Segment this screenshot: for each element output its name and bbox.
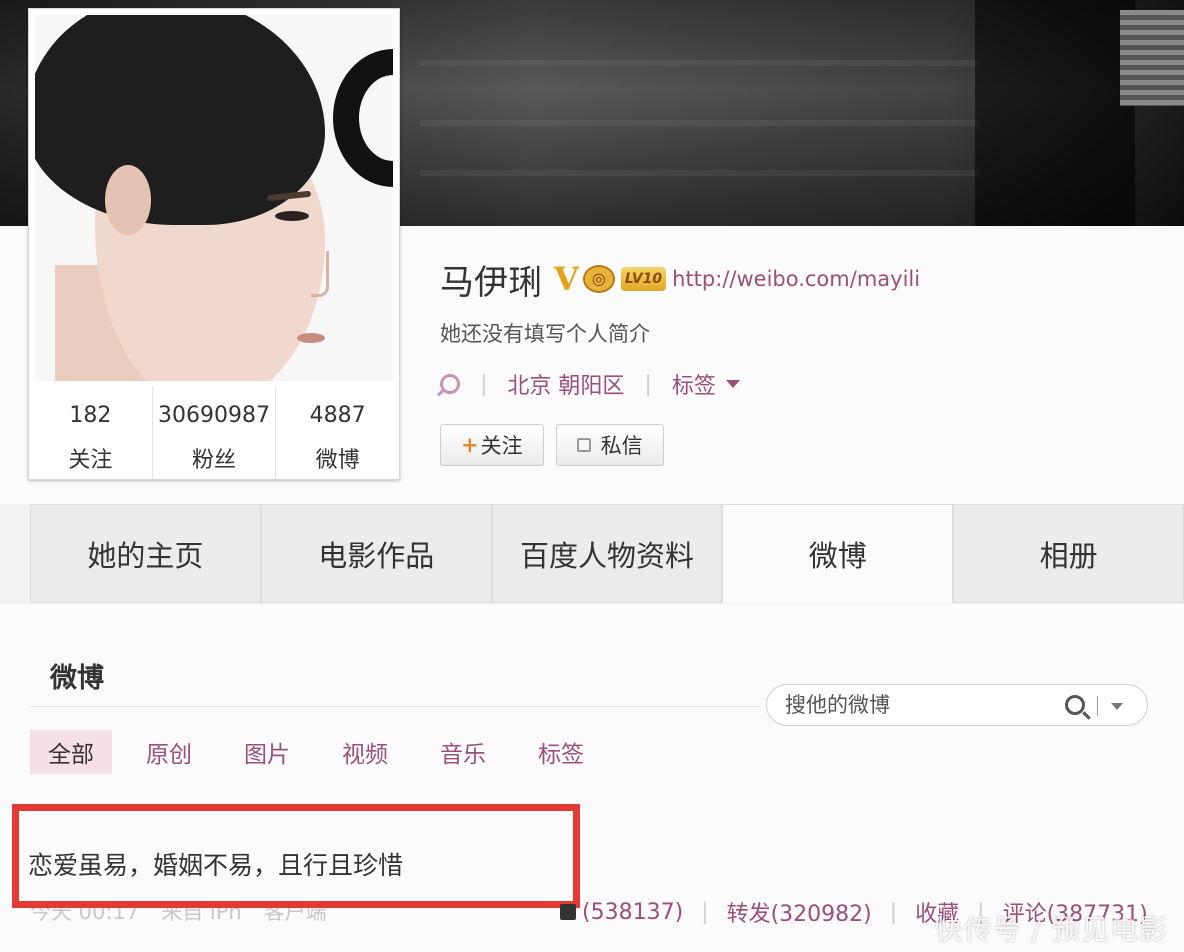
vip-icon[interactable]: ◎	[582, 265, 615, 293]
stat-followers[interactable]: 30690987 粉丝	[153, 387, 277, 479]
filter-music[interactable]: 音乐	[422, 730, 504, 774]
stat-label: 微博	[315, 448, 360, 473]
filter-images[interactable]: 图片	[226, 730, 308, 774]
stat-following[interactable]: 182 关注	[29, 387, 153, 479]
feed-title: 微博	[50, 663, 104, 694]
profile-url-link[interactable]: http://weibo.com/mayili	[672, 267, 920, 291]
divider: |	[701, 899, 709, 925]
message-icon	[576, 438, 591, 452]
profile-stats: 182 关注 30690987 粉丝 4887 微博	[29, 387, 399, 479]
filter-videos[interactable]: 视频	[324, 730, 406, 774]
location-row: | 北京 朝阳区 | 标签	[440, 368, 920, 400]
profile-tabs: 她的主页 电影作品 百度人物资料 微博 相册	[30, 504, 1184, 604]
location-search-icon[interactable]	[440, 374, 460, 394]
plus-icon: +	[461, 433, 479, 457]
avatar-nose	[311, 251, 329, 297]
avatar-background-logo	[333, 49, 393, 187]
like-icon[interactable]	[560, 904, 576, 920]
cover-shadow	[975, 0, 1135, 226]
avatar-card: 182 关注 30690987 粉丝 4887 微博	[28, 8, 400, 480]
message-button[interactable]: 私信	[555, 424, 664, 466]
profile-intro: 她还没有填写个人简介	[440, 322, 650, 346]
like-count[interactable]: (538137)	[582, 900, 683, 925]
repost-link[interactable]: 转发(320982)	[727, 896, 872, 928]
stat-value: 30690987	[158, 403, 270, 428]
filter-tags[interactable]: 标签	[520, 730, 602, 774]
tab-films[interactable]: 电影作品	[260, 505, 492, 603]
verified-icon[interactable]: V	[554, 260, 579, 298]
feed-section: 微博 全部 原创 图片 视频 音乐 标签 恋爱虽易，婚姻不易，且行且珍惜 今天 …	[0, 604, 1184, 952]
tab-album[interactable]: 相册	[953, 505, 1184, 603]
cover-stripe	[420, 170, 980, 176]
stat-label: 关注	[68, 448, 113, 473]
cover-bench	[1120, 10, 1184, 106]
location-link[interactable]: 北京 朝阳区	[507, 368, 624, 400]
level-badge[interactable]: LV10	[620, 267, 667, 291]
search-icon[interactable]	[1065, 695, 1085, 715]
stat-label: 粉丝	[192, 448, 237, 473]
tab-home[interactable]: 她的主页	[30, 505, 261, 603]
highlight-annotation	[12, 804, 580, 908]
watermark: 快传号 / 预见电影	[934, 913, 1168, 946]
divider: |	[480, 371, 488, 397]
follow-button[interactable]: + 关注	[440, 424, 544, 466]
search-input[interactable]	[785, 691, 1055, 719]
tab-baidu-profile[interactable]: 百度人物资料	[491, 505, 723, 603]
chevron-down-icon[interactable]	[1111, 703, 1123, 710]
profile-info: 马伊琍 V ◎ LV10 http://weibo.com/mayili 她还没…	[440, 254, 920, 466]
feed-search	[766, 684, 1148, 726]
tab-weibo[interactable]: 微博	[722, 505, 954, 603]
divider: |	[889, 899, 898, 925]
cover-stripe	[420, 60, 980, 66]
avatar[interactable]	[35, 15, 393, 381]
name-row: 马伊琍 V ◎ LV10 http://weibo.com/mayili	[440, 254, 920, 304]
stat-posts[interactable]: 4887 微博	[276, 387, 399, 479]
divider	[1097, 696, 1098, 716]
feed-filters: 全部 原创 图片 视频 音乐 标签	[30, 730, 618, 774]
message-button-label: 私信	[600, 434, 643, 458]
cover-stripe	[420, 120, 980, 126]
action-buttons: + 关注 私信	[440, 424, 920, 466]
follow-button-label: 关注	[480, 434, 523, 458]
avatar-lips	[297, 333, 325, 343]
avatar-ear	[105, 165, 151, 235]
divider: |	[644, 371, 652, 397]
profile-name: 马伊琍	[440, 262, 542, 303]
chevron-down-icon[interactable]	[725, 380, 740, 388]
filter-original[interactable]: 原创	[128, 730, 210, 774]
avatar-eye	[275, 211, 309, 221]
stat-value: 4887	[309, 403, 366, 428]
stat-value: 182	[69, 403, 112, 428]
divider	[30, 706, 760, 707]
tags-link[interactable]: 标签	[672, 368, 716, 400]
filter-all[interactable]: 全部	[30, 730, 112, 774]
